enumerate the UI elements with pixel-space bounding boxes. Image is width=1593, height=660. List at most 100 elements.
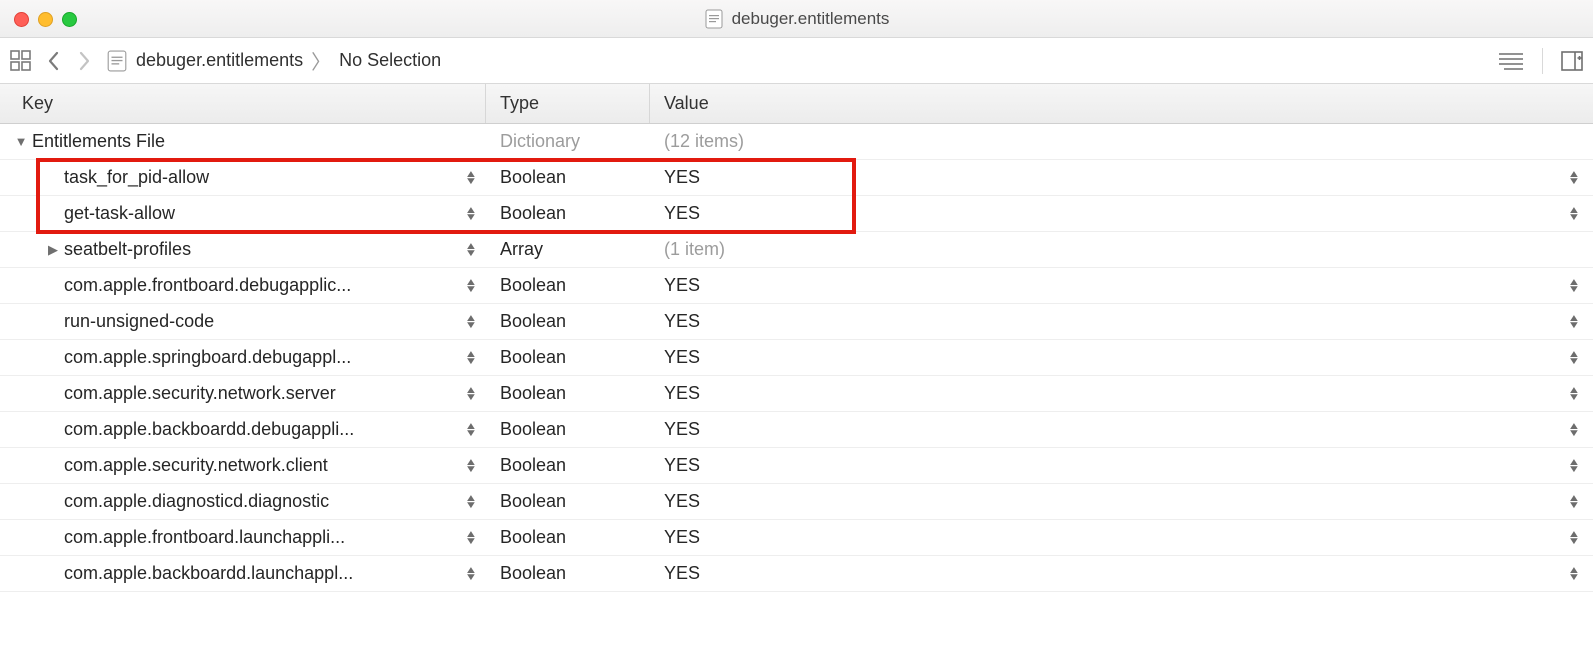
nav-forward-icon[interactable] — [76, 50, 92, 72]
zoom-icon[interactable] — [62, 12, 77, 27]
toolbar-divider — [1542, 48, 1543, 74]
minimize-icon[interactable] — [38, 12, 53, 27]
row-key: get-task-allow — [64, 203, 462, 224]
table-row[interactable]: task_for_pid-allowBooleanYES — [0, 160, 1593, 196]
row-value: YES — [664, 455, 700, 476]
row-type: Boolean — [486, 484, 650, 519]
row-key: com.apple.backboardd.launchappl... — [64, 563, 462, 584]
row-type: Boolean — [486, 376, 650, 411]
breadcrumb-selection[interactable]: No Selection — [339, 50, 441, 71]
table-row[interactable]: com.apple.springboard.debugappl... Boolea… — [0, 340, 1593, 376]
key-stepper-icon[interactable] — [462, 495, 480, 509]
row-key: com.apple.diagnosticd.diagnostic — [64, 491, 462, 512]
breadcrumb[interactable]: debuger.entitlements 〉 No Selection — [106, 46, 1484, 75]
jump-bar: debuger.entitlements 〉 No Selection — [0, 38, 1593, 84]
table-row[interactable]: com.apple.diagnosticd.diagnostic Boolean Y… — [0, 484, 1593, 520]
row-type: Boolean — [486, 448, 650, 483]
key-stepper-icon[interactable] — [462, 279, 480, 293]
row-type: Boolean — [486, 412, 650, 447]
table-row[interactable]: run-unsigned-code Boolean YES — [0, 304, 1593, 340]
column-header-key[interactable]: Key — [0, 84, 486, 123]
breadcrumb-file[interactable]: debuger.entitlements — [136, 50, 303, 71]
key-stepper-icon[interactable] — [462, 315, 480, 329]
row-key: Entitlements File — [32, 131, 480, 152]
row-type: Boolean — [486, 160, 650, 195]
window-titlebar: debuger.entitlements — [0, 0, 1593, 38]
row-value: (12 items) — [650, 124, 1593, 159]
row-value: YES — [664, 527, 700, 548]
value-stepper-icon[interactable] — [1565, 459, 1583, 473]
table-row[interactable]: com.apple.backboardd.launchappl... Boolea… — [0, 556, 1593, 592]
column-header-value[interactable]: Value — [650, 84, 1593, 123]
key-stepper-icon[interactable] — [462, 351, 480, 365]
chevron-right-icon: 〉 — [311, 46, 331, 75]
key-stepper-icon[interactable] — [462, 243, 480, 257]
table-row[interactable]: com.apple.frontboard.debugapplic... Boole… — [0, 268, 1593, 304]
window-title: debuger.entitlements — [704, 9, 890, 29]
related-items-icon[interactable] — [10, 50, 32, 72]
row-value: YES — [664, 167, 700, 188]
key-stepper-icon[interactable] — [462, 567, 480, 581]
table-row[interactable]: com.apple.backboardd.debugappli... Boolea… — [0, 412, 1593, 448]
row-value: YES — [664, 419, 700, 440]
row-value: YES — [664, 383, 700, 404]
row-type: Boolean — [486, 196, 650, 231]
key-stepper-icon[interactable] — [462, 459, 480, 473]
row-key: com.apple.backboardd.debugappli... — [64, 419, 462, 440]
value-stepper-icon[interactable] — [1565, 351, 1583, 365]
value-stepper-icon[interactable] — [1565, 495, 1583, 509]
window-title-text: debuger.entitlements — [732, 9, 890, 29]
value-stepper-icon[interactable] — [1565, 567, 1583, 581]
table-header: Key Type Value — [0, 84, 1593, 124]
entitlements-file-icon — [704, 9, 724, 29]
key-stepper-icon[interactable] — [462, 387, 480, 401]
entitlements-file-icon — [106, 50, 128, 72]
outline-view-icon[interactable] — [1498, 51, 1524, 71]
table-row[interactable]: com.apple.security.network.server Boolean… — [0, 376, 1593, 412]
plist-table: ▼ Entitlements File Dictionary (12 items… — [0, 124, 1593, 592]
row-type: Boolean — [486, 340, 650, 375]
key-stepper-icon[interactable] — [462, 207, 480, 221]
row-type: Boolean — [486, 520, 650, 555]
row-type: Boolean — [486, 556, 650, 591]
column-header-type[interactable]: Type — [486, 84, 650, 123]
row-value: YES — [664, 347, 700, 368]
disclosure-triangle-icon[interactable]: ▼ — [14, 134, 28, 149]
disclosure-triangle-icon[interactable]: ▶ — [46, 242, 60, 258]
value-stepper-icon[interactable] — [1565, 207, 1583, 221]
row-type: Boolean — [486, 268, 650, 303]
row-key: com.apple.frontboard.debugapplic... — [64, 275, 462, 296]
row-type: Dictionary — [486, 124, 650, 159]
row-type: Boolean — [486, 304, 650, 339]
table-row[interactable]: ▶seatbelt-profiles Array (1 item) — [0, 232, 1593, 268]
row-value: YES — [664, 275, 700, 296]
key-stepper-icon[interactable] — [462, 171, 480, 185]
row-key: com.apple.security.network.server — [64, 383, 462, 404]
table-row[interactable]: com.apple.security.network.client Boolean… — [0, 448, 1593, 484]
row-key: com.apple.security.network.client — [64, 455, 462, 476]
row-key: com.apple.springboard.debugappl... — [64, 347, 462, 368]
row-value: (1 item) — [664, 239, 725, 260]
value-stepper-icon[interactable] — [1565, 531, 1583, 545]
value-stepper-icon[interactable] — [1565, 387, 1583, 401]
value-stepper-icon[interactable] — [1565, 315, 1583, 329]
table-row[interactable]: get-task-allow Boolean YES — [0, 196, 1593, 232]
row-value: YES — [664, 203, 700, 224]
add-panel-icon[interactable] — [1561, 51, 1583, 71]
row-type: Array — [486, 232, 650, 267]
value-stepper-icon[interactable] — [1565, 279, 1583, 293]
nav-back-icon[interactable] — [46, 50, 62, 72]
row-value: YES — [664, 491, 700, 512]
row-key: seatbelt-profiles — [64, 239, 462, 260]
close-icon[interactable] — [14, 12, 29, 27]
value-stepper-icon[interactable] — [1565, 171, 1583, 185]
table-row-root[interactable]: ▼ Entitlements File Dictionary (12 items… — [0, 124, 1593, 160]
row-value: YES — [664, 311, 700, 332]
traffic-lights — [14, 12, 77, 27]
key-stepper-icon[interactable] — [462, 531, 480, 545]
row-value: YES — [664, 563, 700, 584]
row-key: run-unsigned-code — [64, 311, 462, 332]
table-row[interactable]: com.apple.frontboard.launchappli...Boole… — [0, 520, 1593, 556]
value-stepper-icon[interactable] — [1565, 423, 1583, 437]
key-stepper-icon[interactable] — [462, 423, 480, 437]
